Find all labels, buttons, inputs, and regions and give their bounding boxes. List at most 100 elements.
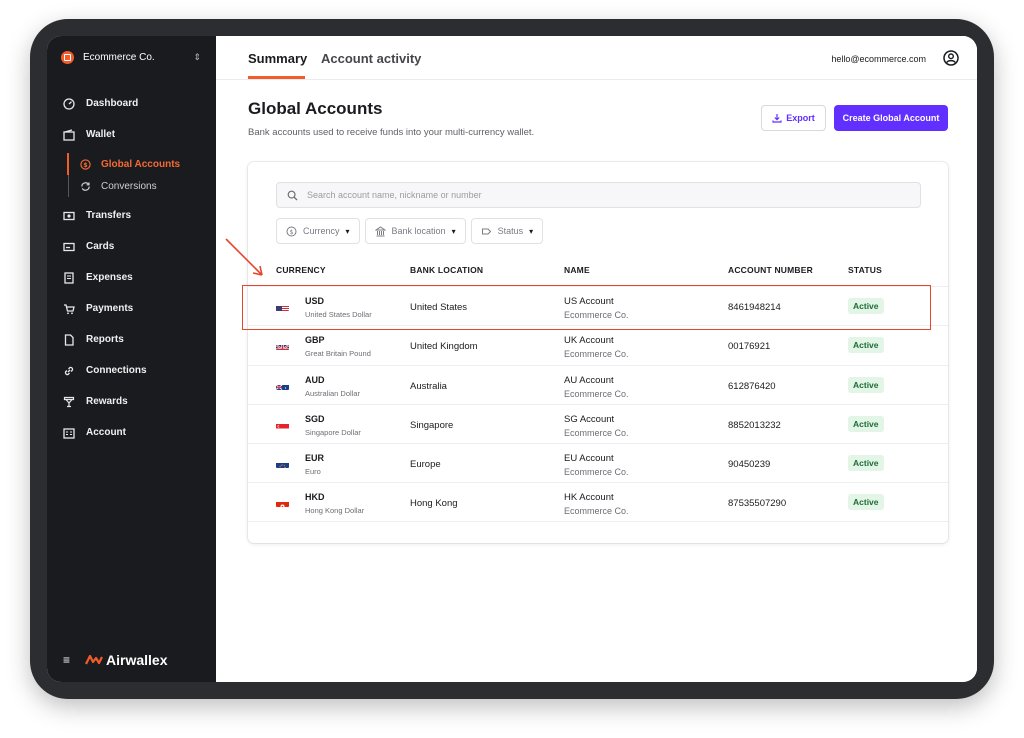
sidebar-item-label: Expenses bbox=[86, 272, 133, 283]
table-row[interactable]: GBP Great Britain Pound United Kingdom U… bbox=[248, 325, 948, 364]
tab-account-activity[interactable]: Account activity bbox=[321, 51, 421, 66]
currency-code: AUD bbox=[305, 374, 325, 385]
currency-name: Great Britain Pound bbox=[305, 349, 371, 359]
currency-name: Hong Kong Dollar bbox=[305, 506, 365, 516]
brand-footer: ≡ Airwallex bbox=[63, 652, 167, 668]
chevron-down-icon: ▾ bbox=[345, 226, 350, 236]
filter-status[interactable]: Status ▾ bbox=[470, 218, 544, 244]
cards-icon bbox=[63, 241, 75, 253]
sidebar-subitem-conversions[interactable]: Conversions bbox=[80, 175, 216, 197]
sidebar-item-label: Cards bbox=[86, 241, 115, 252]
bank-location: Australia bbox=[410, 380, 447, 392]
sidebar-subitem-label: Global Accounts bbox=[101, 158, 181, 170]
account-name: EU Account bbox=[564, 453, 614, 465]
user-email: hello@ecommerce.com bbox=[831, 54, 926, 64]
sidebar-item-account[interactable]: Account bbox=[47, 417, 216, 448]
tab-summary[interactable]: Summary bbox=[248, 51, 307, 66]
sidebar-item-label: Payments bbox=[86, 303, 134, 314]
accounts-card: $ Currency ▾ Bank location ▾ Status ▾ bbox=[248, 162, 948, 543]
table-row[interactable]: EUR Euro Europe EU Account Ecommerce Co.… bbox=[248, 443, 948, 482]
currency-code: GBP bbox=[305, 335, 325, 346]
account-name: HK Account bbox=[564, 492, 614, 504]
sidebar-item-label: Transfers bbox=[86, 210, 132, 221]
expenses-icon bbox=[63, 271, 75, 284]
sidebar-subitem-global-accounts[interactable]: $ Global Accounts bbox=[80, 153, 216, 175]
column-header-status[interactable]: STATUS bbox=[848, 265, 882, 275]
filter-label: Bank location bbox=[391, 226, 446, 236]
sidebar-item-label: Connections bbox=[86, 365, 147, 376]
table-row[interactable]: AUD Australian Dollar Australia AU Accou… bbox=[248, 364, 948, 404]
filter-bank-location[interactable]: Bank location ▾ bbox=[364, 218, 466, 244]
active-tab-indicator bbox=[248, 76, 305, 79]
account-org: Ecommerce Co. bbox=[564, 427, 629, 438]
column-header-account-number[interactable]: ACCOUNT NUMBER bbox=[728, 265, 813, 275]
eu-flag-icon bbox=[276, 459, 289, 469]
account-org: Ecommerce Co. bbox=[564, 506, 629, 517]
status-badge: Active bbox=[848, 337, 884, 354]
search-input[interactable] bbox=[307, 190, 867, 200]
account-number: 612876420 bbox=[728, 380, 776, 392]
account-icon bbox=[63, 427, 75, 439]
company-switcher[interactable]: Ecommerce Co. ⇕ bbox=[61, 49, 201, 65]
export-label: Export bbox=[786, 113, 815, 123]
rewards-icon bbox=[63, 396, 75, 408]
menu-icon[interactable]: ≡ bbox=[63, 653, 73, 667]
sidebar-nav: Dashboard Wallet $ Global Accounts Conve… bbox=[47, 88, 216, 448]
currency-name: Australian Dollar bbox=[305, 388, 361, 398]
accounts-table-body: USD United States Dollar United States U… bbox=[248, 286, 948, 522]
column-header-name[interactable]: NAME bbox=[564, 265, 590, 275]
sidebar-item-cards[interactable]: Cards bbox=[47, 231, 216, 262]
sidebar-item-label: Rewards bbox=[86, 396, 128, 407]
account-org: Ecommerce Co. bbox=[564, 310, 629, 320]
chevron-updown-icon: ⇕ bbox=[193, 51, 201, 62]
sidebar-item-connections[interactable]: Connections bbox=[47, 355, 216, 386]
account-org: Ecommerce Co. bbox=[564, 349, 629, 360]
currency-code: HKD bbox=[305, 492, 325, 503]
sidebar-item-dashboard[interactable]: Dashboard bbox=[47, 88, 216, 119]
filter-bar: $ Currency ▾ Bank location ▾ Status ▾ bbox=[276, 218, 544, 244]
au-flag-icon bbox=[276, 381, 289, 390]
search-icon bbox=[287, 190, 298, 200]
svg-text:$: $ bbox=[83, 160, 88, 168]
currency-code: USD bbox=[305, 296, 325, 306]
sidebar-item-rewards[interactable]: Rewards bbox=[47, 386, 216, 417]
table-row[interactable]: USD United States Dollar United States U… bbox=[248, 286, 948, 325]
status-badge: Active bbox=[848, 494, 884, 511]
bank-location: Singapore bbox=[410, 419, 454, 431]
sidebar-item-expenses[interactable]: Expenses bbox=[47, 262, 216, 293]
account-number: 87535507290 bbox=[728, 498, 787, 510]
sidebar-item-payments[interactable]: Payments bbox=[47, 293, 216, 324]
annotation-arrow-icon bbox=[225, 238, 263, 276]
chevron-down-icon: ▾ bbox=[529, 226, 534, 236]
bank-location: Hong Kong bbox=[410, 498, 458, 510]
table-row[interactable]: HKD Hong Kong Dollar Hong Kong HK Accoun… bbox=[248, 482, 948, 522]
column-header-currency[interactable]: CURRENCY bbox=[276, 265, 326, 275]
sidebar-item-reports[interactable]: Reports bbox=[47, 324, 216, 355]
sidebar-item-transfers[interactable]: Transfers bbox=[47, 200, 216, 231]
table-row[interactable]: SGD Singapore Dollar Singapore SG Accoun… bbox=[248, 403, 948, 443]
sidebar-item-label: Dashboard bbox=[86, 98, 139, 109]
dollar-circle-icon: $ bbox=[80, 158, 91, 170]
dashboard-icon bbox=[63, 97, 75, 110]
user-profile-icon[interactable] bbox=[943, 50, 959, 66]
sidebar: Ecommerce Co. ⇕ Dashboard Wallet $ Globa… bbox=[47, 36, 216, 682]
connections-icon bbox=[63, 365, 75, 377]
column-header-bank-location[interactable]: BANK LOCATION bbox=[410, 265, 483, 275]
status-badge: Active bbox=[848, 298, 884, 314]
us-flag-icon bbox=[276, 302, 289, 311]
gb-flag-icon bbox=[276, 341, 289, 351]
export-button[interactable]: Export bbox=[761, 105, 826, 131]
status-badge: Active bbox=[848, 376, 884, 393]
sidebar-subitem-label: Conversions bbox=[101, 180, 157, 192]
active-indicator bbox=[67, 153, 69, 175]
sidebar-item-wallet[interactable]: Wallet bbox=[47, 119, 216, 150]
bank-location: Europe bbox=[410, 459, 441, 471]
filter-currency[interactable]: $ Currency ▾ bbox=[276, 218, 360, 244]
currency-name: Singapore Dollar bbox=[305, 427, 361, 437]
sidebar-item-label: Reports bbox=[86, 334, 124, 345]
transfers-icon bbox=[63, 210, 75, 222]
create-global-account-button[interactable]: Create Global Account bbox=[834, 105, 948, 131]
wallet-subnav: $ Global Accounts Conversions bbox=[67, 153, 216, 197]
wallet-icon bbox=[63, 128, 75, 141]
status-badge: Active bbox=[848, 415, 884, 432]
